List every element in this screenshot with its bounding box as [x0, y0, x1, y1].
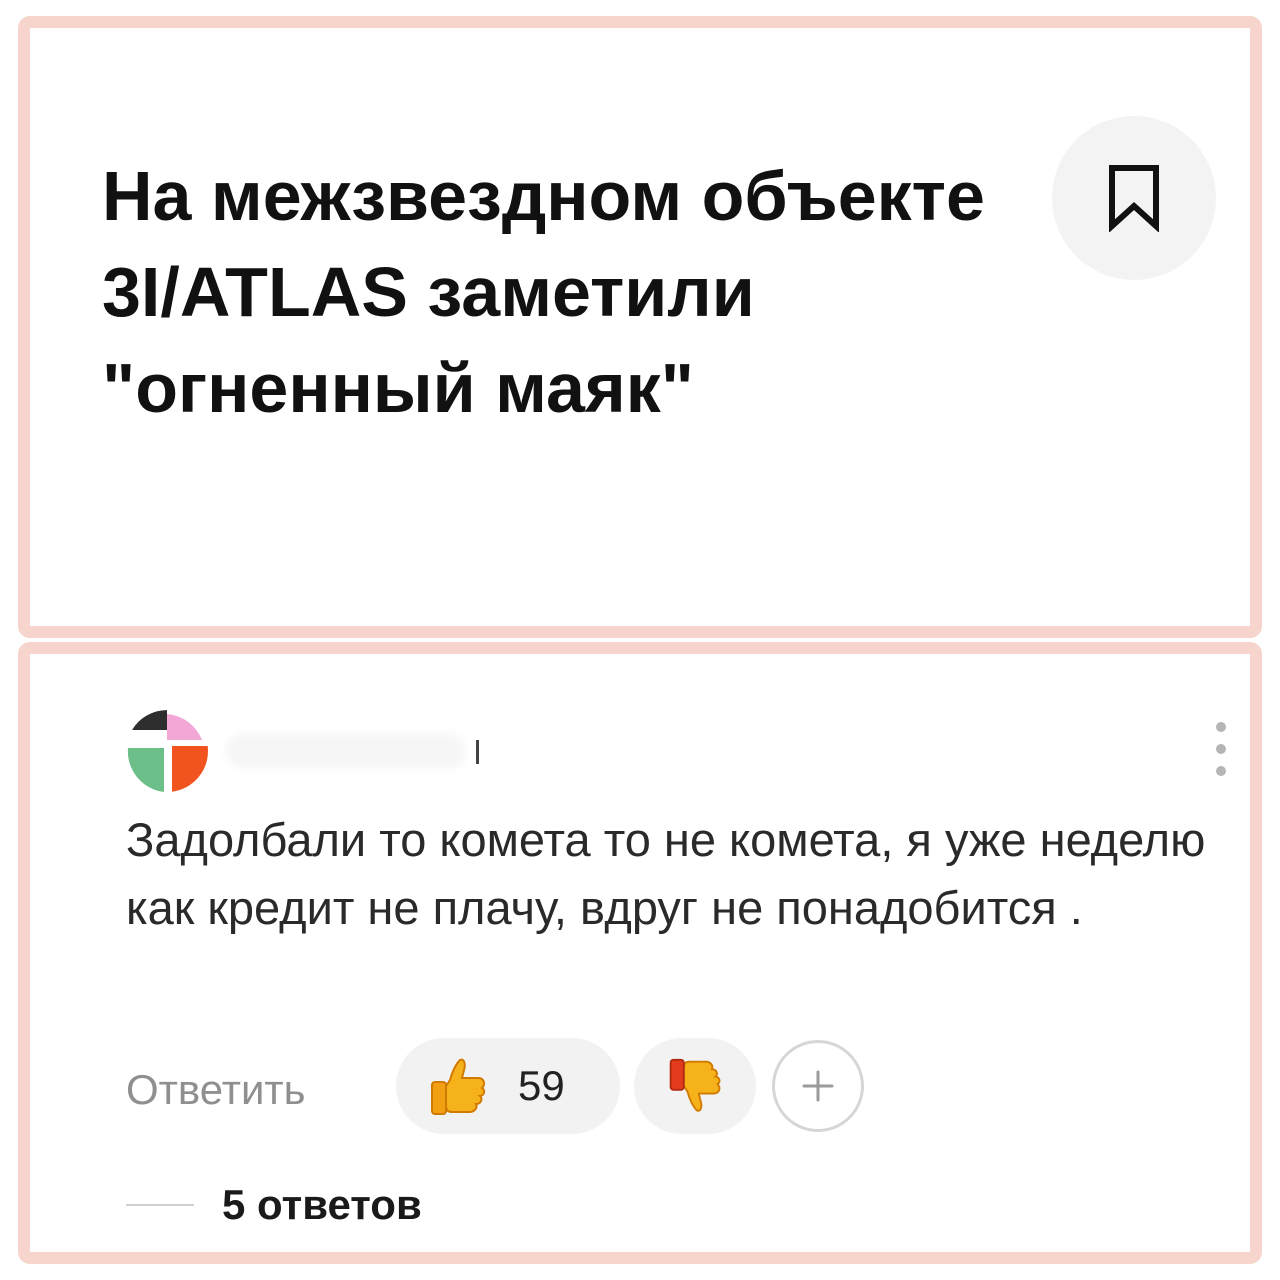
thumbs-up-icon [431, 1058, 486, 1115]
comment-card: Задолбали то комета то не комета, я уже … [18, 642, 1262, 1264]
like-count: 59 [518, 1062, 565, 1109]
dislike-button[interactable] [634, 1038, 756, 1134]
article-card: На межзвездном объекте 3I/ATLAS заметили… [18, 16, 1262, 638]
author-badge [476, 740, 479, 764]
author-name[interactable] [226, 734, 466, 768]
plus-icon [802, 1070, 834, 1102]
comment-text: Задолбали то комета то не комета, я уже … [126, 813, 1206, 934]
like-button[interactable]: 59 [396, 1038, 620, 1134]
article-title: На межзвездном объекте 3I/ATLAS заметили… [102, 157, 985, 427]
replies-divider [126, 1204, 194, 1206]
more-vertical-icon[interactable] [1206, 716, 1236, 782]
bookmark-icon [1109, 165, 1159, 232]
thumbs-down-icon [669, 1058, 721, 1112]
bookmark-button[interactable] [1052, 116, 1216, 280]
replies-link[interactable]: 5 ответов [222, 1178, 422, 1232]
avatar[interactable] [126, 710, 208, 792]
add-reaction-button[interactable] [772, 1040, 864, 1132]
reply-button[interactable]: Ответить [126, 1060, 306, 1120]
